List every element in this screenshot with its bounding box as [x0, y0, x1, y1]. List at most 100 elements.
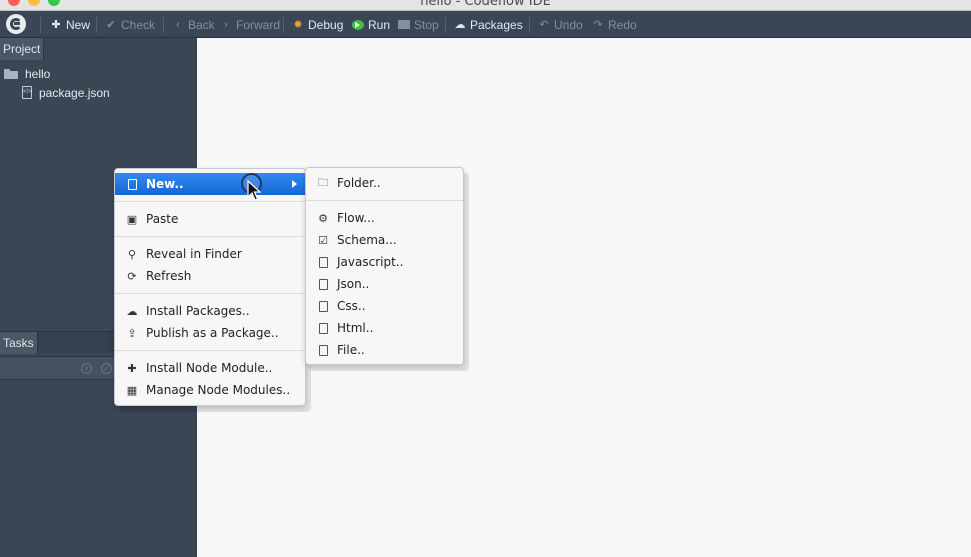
submenu-item-folder[interactable]: 🗀 Folder..: [306, 172, 463, 194]
menu-item-label: Refresh: [146, 269, 192, 283]
menu-item-label: Paste: [146, 212, 179, 226]
menu-item-label: Javascript..: [337, 255, 404, 269]
submenu-item-javascript[interactable]: Javascript..: [306, 251, 463, 273]
menu-separator: [115, 293, 305, 294]
menu-item-label: Schema...: [337, 233, 397, 247]
submenu-item-json[interactable]: Json..: [306, 273, 463, 295]
submenu-item-css[interactable]: Css..: [306, 295, 463, 317]
menu-item-label: Flow...: [337, 211, 375, 225]
tree-item-label: package.json: [39, 85, 110, 100]
cloud-icon: ☁: [454, 18, 466, 31]
file-icon: [316, 322, 330, 335]
search-icon: ⚲: [127, 247, 137, 261]
chevron-right-icon: [292, 180, 297, 188]
debug-button[interactable]: ✹ Debug: [292, 11, 343, 38]
new-submenu: 🗀 Folder.. ⚙ Flow... ☑ Schema... Javascr…: [305, 167, 464, 365]
file-icon: [316, 300, 330, 313]
bug-icon: ✹: [293, 18, 303, 31]
play-circle-icon: [352, 19, 364, 30]
chevron-right-icon: ›: [224, 18, 228, 31]
tree-item-package-json[interactable]: </> package.json: [22, 83, 110, 102]
undo-button-label: Undo: [554, 17, 583, 32]
toolbar: ✚ New ✔ Check ‹ Back › Forward ✹ Debug R…: [0, 11, 971, 38]
chevron-left-icon: ‹: [176, 18, 180, 31]
toolbar-divider: [96, 17, 97, 33]
tab-tasks[interactable]: Tasks: [0, 332, 38, 354]
file-icon: [316, 278, 330, 291]
redo-icon: ↷: [593, 18, 603, 31]
menu-separator: [306, 200, 463, 201]
menu-item-manage-node-modules[interactable]: ▦ Manage Node Modules..: [115, 379, 305, 401]
file-code-icon: [316, 256, 330, 269]
check-icon: ✔: [106, 18, 116, 31]
app-logo-icon[interactable]: [6, 14, 26, 34]
menu-separator: [115, 236, 305, 237]
upload-icon: ⇪: [127, 326, 137, 340]
folder-icon: 🗀: [317, 175, 329, 189]
redo-button-label: Redo: [608, 17, 637, 32]
packages-button[interactable]: ☁ Packages: [454, 11, 523, 38]
tab-project[interactable]: Project: [0, 38, 45, 60]
menu-item-label: Publish as a Package..: [146, 326, 279, 340]
undo-button[interactable]: ↶ Undo: [538, 11, 583, 38]
forward-button-label: Forward: [236, 17, 281, 32]
submenu-item-file[interactable]: File..: [306, 339, 463, 361]
menu-separator: [115, 350, 305, 351]
cancel-task-icon[interactable]: ×: [81, 363, 92, 374]
tree-item-label: hello: [25, 66, 51, 81]
menu-item-refresh[interactable]: ⟳ Refresh: [115, 265, 305, 287]
toolbar-divider: [445, 17, 446, 33]
tree-item-hello[interactable]: hello: [4, 64, 50, 83]
menu-item-label: Json..: [337, 277, 370, 291]
submenu-item-html[interactable]: Html..: [306, 317, 463, 339]
menu-item-label: Install Packages..: [146, 304, 250, 318]
run-button-label: Run: [368, 17, 391, 32]
toolbar-divider: [529, 17, 530, 33]
menu-item-paste[interactable]: ▣ Paste: [115, 208, 305, 230]
new-button[interactable]: ✚ New: [50, 11, 90, 38]
menu-item-label: Manage Node Modules..: [146, 383, 291, 397]
submenu-item-flow[interactable]: ⚙ Flow...: [306, 207, 463, 229]
file-icon: [316, 344, 330, 357]
menu-item-new[interactable]: New..: [115, 173, 305, 195]
packages-button-label: Packages: [470, 17, 523, 32]
menu-item-label: Reveal in Finder: [146, 247, 242, 261]
menu-item-label: New..: [146, 177, 184, 191]
back-button[interactable]: ‹ Back: [172, 11, 215, 38]
folder-open-icon: [4, 68, 18, 79]
context-menu: New.. ▣ Paste ⚲ Reveal in Finder ⟳ Refre…: [114, 168, 306, 406]
toolbar-divider: [283, 17, 284, 33]
menu-item-publish-package[interactable]: ⇪ Publish as a Package..: [115, 322, 305, 344]
check-square-icon: ☑: [318, 233, 328, 247]
menu-item-reveal-in-finder[interactable]: ⚲ Reveal in Finder: [115, 243, 305, 265]
grid-icon: ▦: [126, 383, 138, 397]
run-button[interactable]: Run: [352, 11, 390, 38]
redo-button[interactable]: ↷ Redo: [592, 11, 637, 38]
menu-item-label: Html..: [337, 321, 374, 335]
menu-item-install-node-module[interactable]: ✚ Install Node Module..: [115, 357, 305, 379]
check-button-label: Check: [121, 17, 156, 32]
stop-button[interactable]: Stop: [398, 11, 439, 38]
refresh-icon: ⟳: [127, 269, 137, 283]
menu-separator: [115, 201, 305, 202]
check-task-icon[interactable]: ✓: [101, 363, 112, 374]
file-icon: [127, 179, 137, 190]
stop-icon: [398, 20, 410, 29]
stop-button-label: Stop: [414, 17, 439, 32]
menu-item-install-packages[interactable]: ☁ Install Packages..: [115, 300, 305, 322]
back-button-label: Back: [188, 17, 215, 32]
menu-item-label: Folder..: [337, 176, 381, 190]
menu-item-label: File..: [337, 343, 365, 357]
new-button-label: New: [66, 17, 91, 32]
toolbar-divider: [40, 17, 41, 33]
window-title: hello - Codeflow IDE: [420, 0, 551, 9]
submenu-item-schema[interactable]: ☑ Schema...: [306, 229, 463, 251]
mouse-pointer-icon: [247, 180, 261, 201]
file-code-icon: </>: [22, 86, 32, 99]
toolbar-divider: [163, 17, 164, 33]
forward-button[interactable]: › Forward: [220, 11, 280, 38]
check-button[interactable]: ✔ Check: [105, 11, 155, 38]
menu-item-label: Css..: [337, 299, 366, 313]
undo-icon: ↶: [539, 18, 549, 31]
cloud-download-icon: ☁: [126, 304, 138, 318]
